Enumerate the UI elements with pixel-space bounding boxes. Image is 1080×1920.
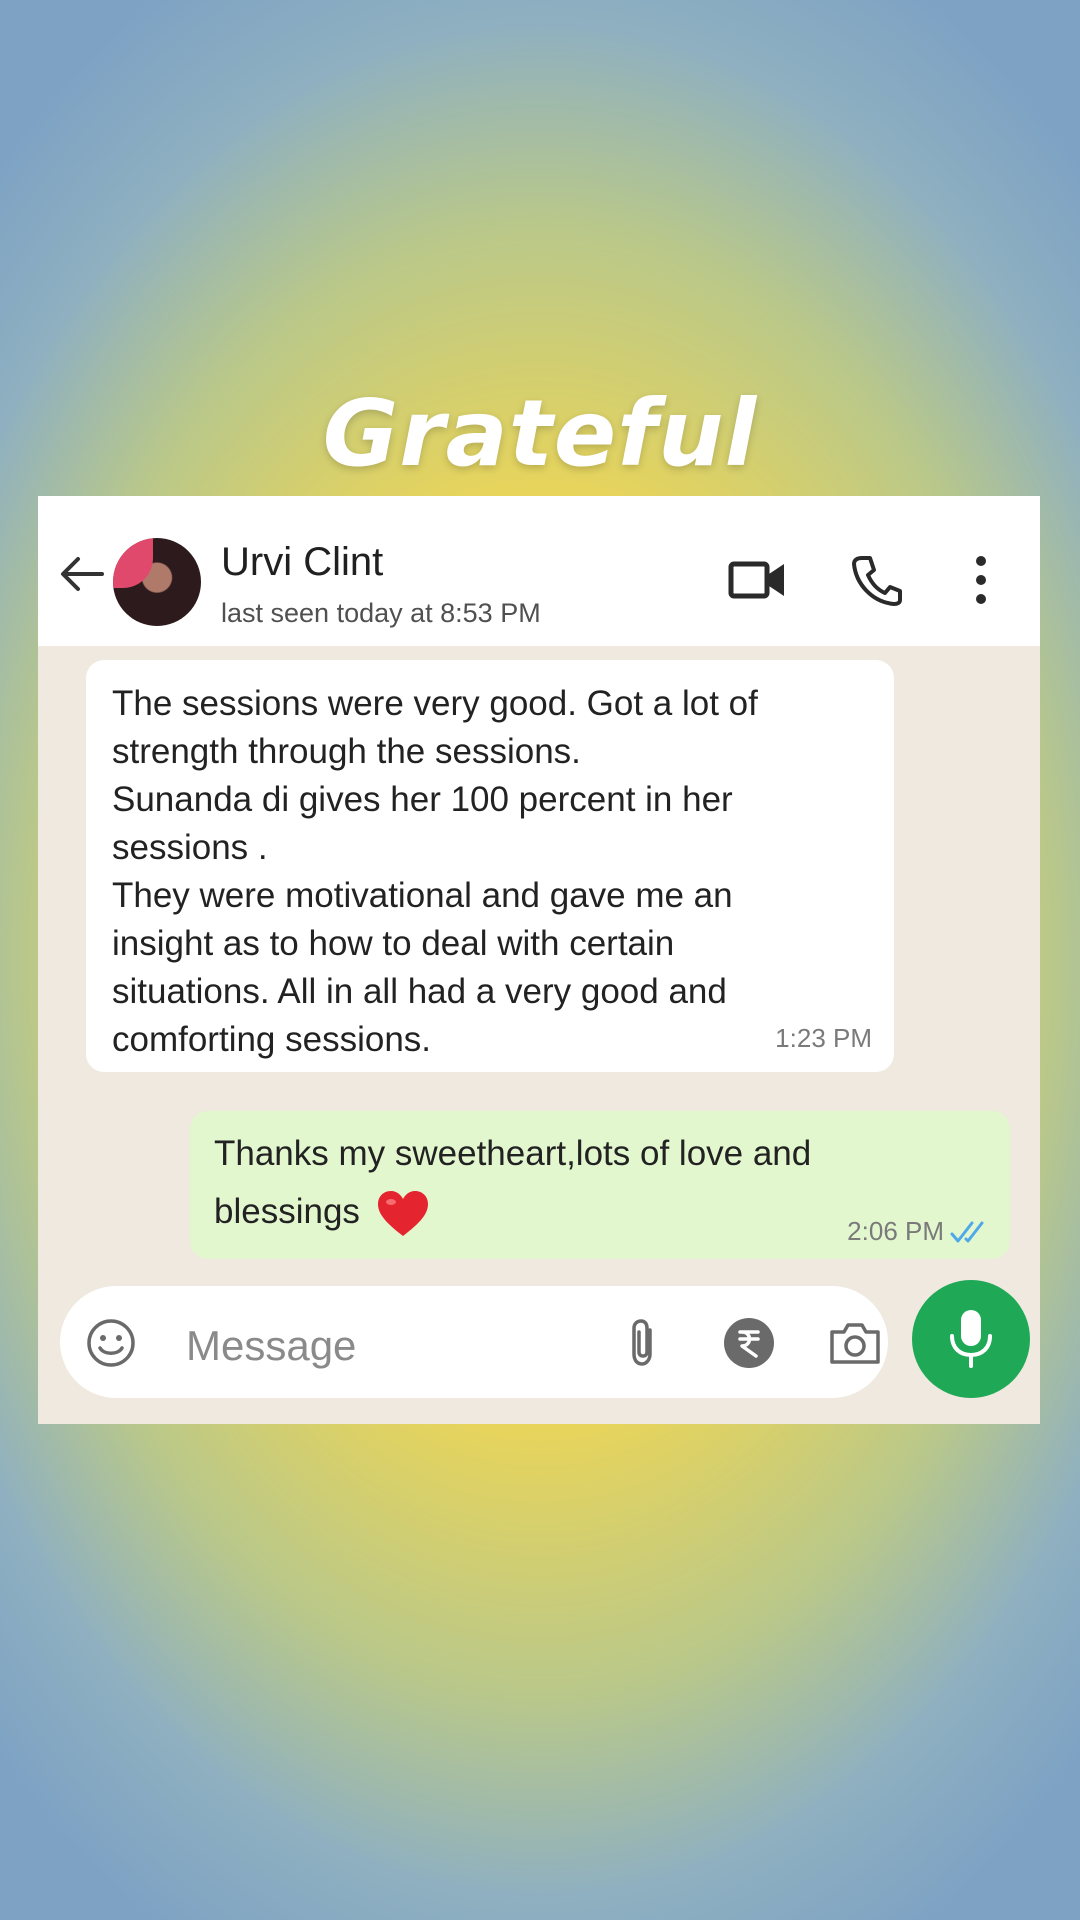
contact-name[interactable]: Urvi Clint — [221, 540, 383, 585]
emoji-icon[interactable] — [86, 1318, 136, 1368]
heart-emoji-icon — [377, 1190, 428, 1236]
mic-button[interactable] — [912, 1280, 1030, 1398]
message-text: The sessions were very good. Got a lot o… — [112, 684, 758, 1059]
chat-header: Urvi Clint last seen today at 8:53 PM — [38, 496, 1040, 646]
back-arrow-icon[interactable] — [58, 554, 104, 594]
rupee-icon[interactable] — [722, 1316, 776, 1370]
message-time: 1:23 PM — [775, 1023, 872, 1053]
outgoing-message[interactable]: Thanks my sweetheart,lots of love and bl… — [190, 1111, 1010, 1259]
camera-icon[interactable] — [828, 1320, 882, 1366]
avatar[interactable] — [113, 538, 201, 626]
message-line-1: Thanks my sweetheart,lots of love and — [214, 1134, 812, 1173]
last-seen-status: last seen today at 8:53 PM — [221, 598, 541, 628]
chat-screenshot: Urvi Clint last seen today at 8:53 PM Th… — [38, 496, 1040, 1424]
more-vert-icon[interactable] — [973, 554, 989, 606]
message-line-2: blessings — [214, 1192, 360, 1231]
mic-icon — [950, 1310, 992, 1368]
attach-icon[interactable] — [622, 1318, 664, 1368]
headline-text: Grateful — [322, 380, 758, 487]
video-call-icon[interactable] — [728, 558, 788, 602]
incoming-message[interactable]: The sessions were very good. Got a lot o… — [86, 660, 894, 1072]
message-time: 2:06 PM — [847, 1216, 944, 1246]
message-composer[interactable]: Message — [60, 1286, 888, 1398]
read-ticks-icon — [950, 1221, 984, 1243]
phone-icon[interactable] — [850, 554, 902, 606]
message-input[interactable]: Message — [186, 1322, 356, 1370]
